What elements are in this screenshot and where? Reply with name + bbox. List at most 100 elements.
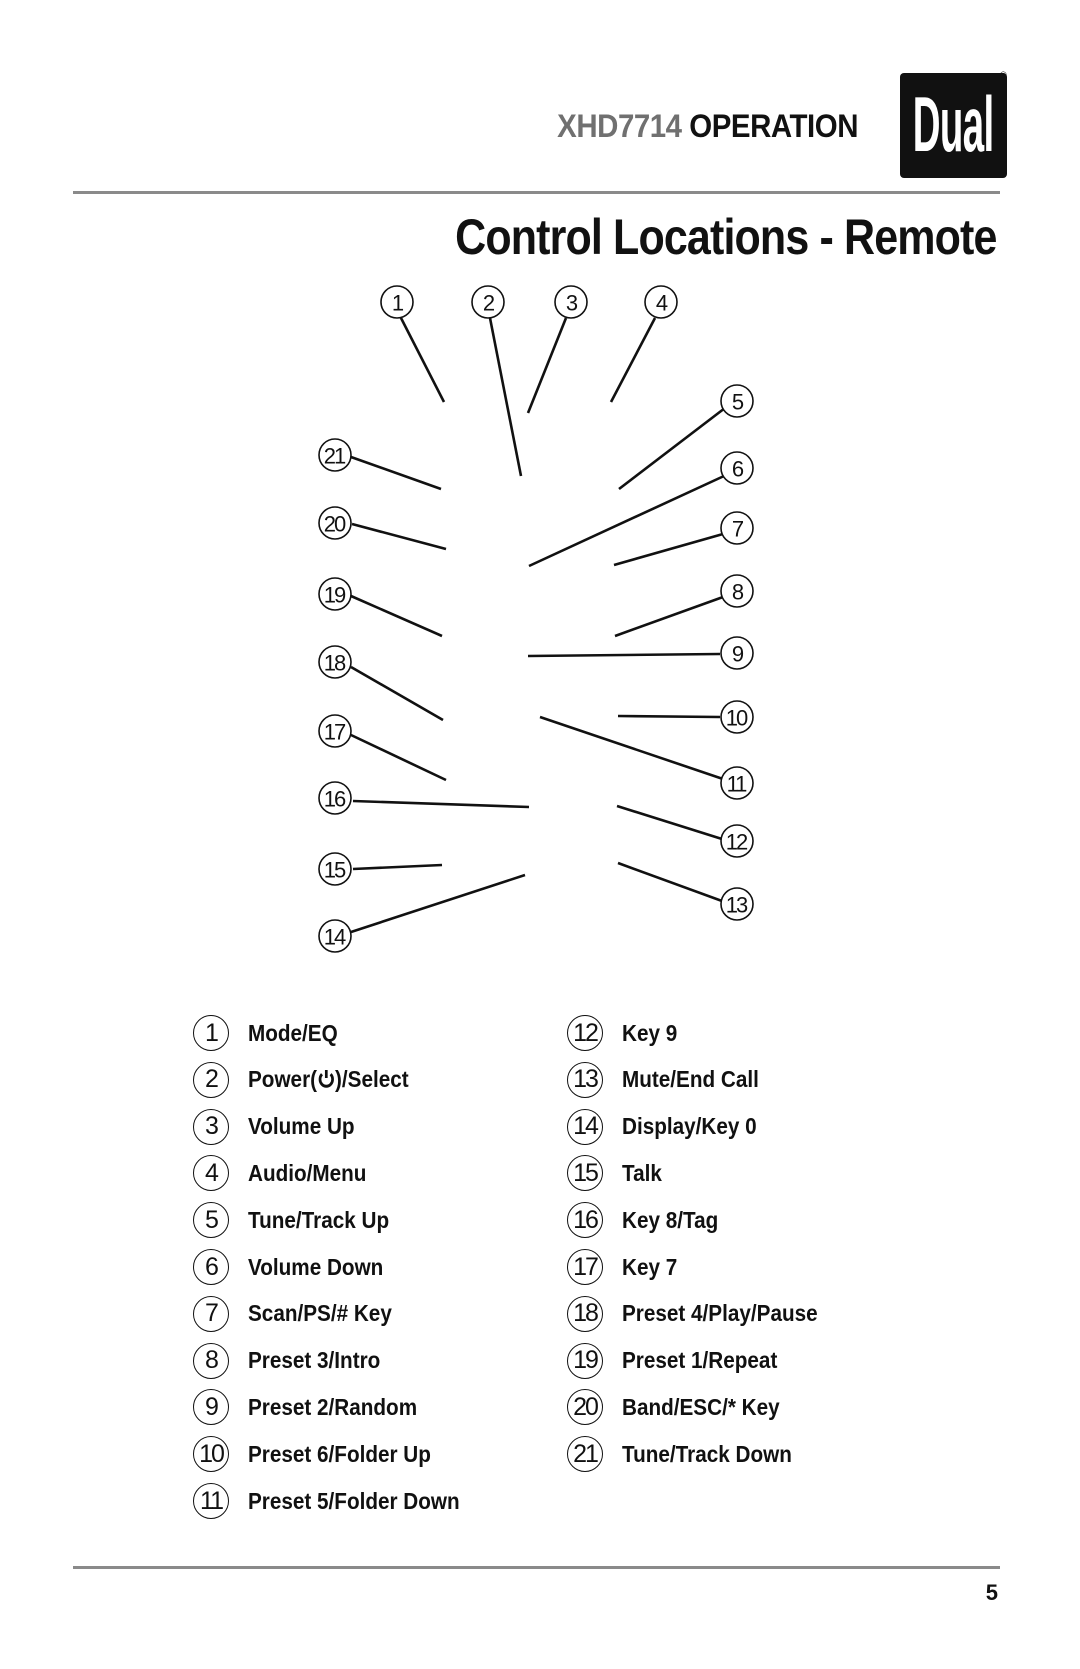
callout-number: 4 bbox=[656, 291, 668, 316]
legend-item: 1 Mode/EQ bbox=[193, 1013, 348, 1053]
callout-number: 13 bbox=[726, 893, 748, 918]
callout-7: 7 bbox=[720, 511, 754, 545]
legend-label: Volume Up bbox=[248, 1113, 355, 1140]
callout-number: 15 bbox=[324, 858, 346, 883]
legend-item: 12 Key 9 bbox=[567, 1013, 683, 1053]
callout-9: 9 bbox=[720, 636, 754, 670]
leader-line-2 bbox=[488, 317, 523, 477]
callout-number: 21 bbox=[324, 444, 346, 469]
leader-line-6 bbox=[528, 474, 725, 568]
legend-number: 3 bbox=[193, 1108, 229, 1145]
leader-line-5 bbox=[618, 406, 726, 491]
legend-number: 6 bbox=[193, 1249, 229, 1285]
legend-label: Power( )/Select bbox=[248, 1066, 409, 1093]
legend-item: 4 Audio/Menu bbox=[193, 1153, 380, 1193]
leader-line-4 bbox=[609, 317, 657, 403]
legend-number: 10 bbox=[193, 1436, 229, 1473]
legend-label: Preset 1/Repeat bbox=[622, 1347, 778, 1374]
callout-number: 17 bbox=[324, 720, 346, 745]
legend-item: 7 Scan/PS/# Key bbox=[193, 1294, 408, 1334]
leader-line-11 bbox=[539, 715, 724, 781]
legend-label: Preset 6/Folder Up bbox=[248, 1440, 431, 1467]
callout-16: 16 bbox=[318, 781, 352, 815]
legend-item: 3 Volume Up bbox=[193, 1107, 366, 1147]
legend-item: 5 Tune/Track Up bbox=[193, 1200, 405, 1240]
callout-number: 12 bbox=[726, 830, 748, 855]
legend-number: 17 bbox=[567, 1249, 603, 1285]
legend-number: 5 bbox=[193, 1202, 229, 1239]
legend-label: Scan/PS/# Key bbox=[248, 1300, 392, 1327]
leader-line-12 bbox=[616, 804, 723, 841]
legend-number: 13 bbox=[567, 1061, 603, 1098]
legend-label-part: )/Select bbox=[335, 1066, 409, 1093]
leader-line-14 bbox=[350, 873, 526, 934]
legend-number: 7 bbox=[193, 1295, 229, 1332]
callout-13: 13 bbox=[720, 887, 754, 921]
legend-item: 17 Key 7 bbox=[567, 1247, 683, 1287]
legend-label: Key 9 bbox=[622, 1019, 678, 1046]
callout-12: 12 bbox=[720, 824, 754, 858]
callout-19: 19 bbox=[318, 577, 352, 611]
callout-number: 6 bbox=[732, 457, 744, 482]
legend-number: 1 bbox=[193, 1015, 229, 1051]
legend-item: 20 Band/ESC/* Key bbox=[567, 1387, 797, 1427]
leader-line-20 bbox=[351, 522, 447, 551]
legend-label-part: Power( bbox=[248, 1066, 318, 1093]
callout-5: 5 bbox=[720, 384, 754, 418]
legend-item: 8 Preset 3/Intro bbox=[193, 1341, 395, 1381]
legend-number: 2 bbox=[193, 1061, 229, 1098]
callout-17: 17 bbox=[318, 714, 352, 748]
legend-item: 15 Talk bbox=[567, 1153, 666, 1193]
leader-line-9 bbox=[527, 652, 721, 658]
legend-item: 16 Key 8/Tag bbox=[567, 1200, 729, 1240]
callout-11: 11 bbox=[720, 766, 754, 800]
legend-item: 2 Power( )/Select bbox=[193, 1060, 427, 1100]
legend-number: 12 bbox=[567, 1015, 603, 1051]
callout-number: 10 bbox=[726, 706, 748, 731]
leader-line-1 bbox=[399, 317, 446, 403]
callout-markers: 1 2 3 456789101112131415161718192021 bbox=[318, 285, 754, 953]
legend-item: 11 Preset 5/Folder Down bbox=[193, 1481, 483, 1521]
callout-number: 5 bbox=[732, 390, 744, 415]
remote-callout-diagram: 1 2 3 456789101112131415161718192021 bbox=[318, 285, 754, 953]
legend-label: Mute/End Call bbox=[622, 1066, 759, 1093]
leader-lines bbox=[350, 317, 726, 934]
page-number: 5 bbox=[985, 1580, 998, 1605]
leader-line-19 bbox=[350, 594, 443, 638]
legend-item: 10 Preset 6/Folder Up bbox=[193, 1434, 451, 1474]
legend-number: 14 bbox=[567, 1108, 603, 1145]
leader-line-16 bbox=[352, 799, 530, 809]
legend-number: 11 bbox=[193, 1483, 229, 1519]
callout-4: 4 bbox=[644, 285, 678, 319]
callout-21: 21 bbox=[318, 438, 352, 472]
callout-number: 7 bbox=[732, 517, 744, 542]
legend-label: Volume Down bbox=[248, 1253, 384, 1280]
legend-label: Key 7 bbox=[622, 1253, 678, 1280]
legend-label: Talk bbox=[622, 1159, 662, 1186]
legend-number: 18 bbox=[567, 1295, 603, 1332]
legend-label: Tune/Track Down bbox=[622, 1440, 792, 1467]
legend-label: Display/Key 0 bbox=[622, 1113, 757, 1140]
legend-number: 21 bbox=[567, 1436, 603, 1473]
legend-label: Key 8/Tag bbox=[622, 1206, 719, 1233]
callout-20: 20 bbox=[318, 506, 352, 540]
leader-line-21 bbox=[350, 455, 442, 491]
callout-number: 8 bbox=[732, 580, 744, 605]
callout-number: 1 bbox=[392, 291, 404, 316]
legend-label: Band/ESC/* Key bbox=[622, 1393, 780, 1420]
callout-14: 14 bbox=[318, 919, 352, 953]
callout-number: 11 bbox=[727, 772, 748, 797]
callout-18: 18 bbox=[318, 645, 352, 679]
leader-line-18 bbox=[350, 665, 444, 722]
callout-number: 9 bbox=[732, 642, 744, 667]
leader-line-13 bbox=[617, 861, 723, 903]
legend-item: 18 Preset 4/Play/Pause bbox=[567, 1294, 839, 1334]
legend-label: Preset 3/Intro bbox=[248, 1347, 381, 1374]
callout-number: 18 bbox=[324, 651, 346, 676]
legend-label: Audio/Menu bbox=[248, 1159, 367, 1186]
legend-item: 19 Preset 1/Repeat bbox=[567, 1341, 795, 1381]
callout-number: 16 bbox=[324, 787, 346, 812]
callout-number: 19 bbox=[324, 583, 346, 608]
footer-divider bbox=[73, 1566, 1000, 1569]
callout-6: 6 bbox=[720, 451, 754, 485]
